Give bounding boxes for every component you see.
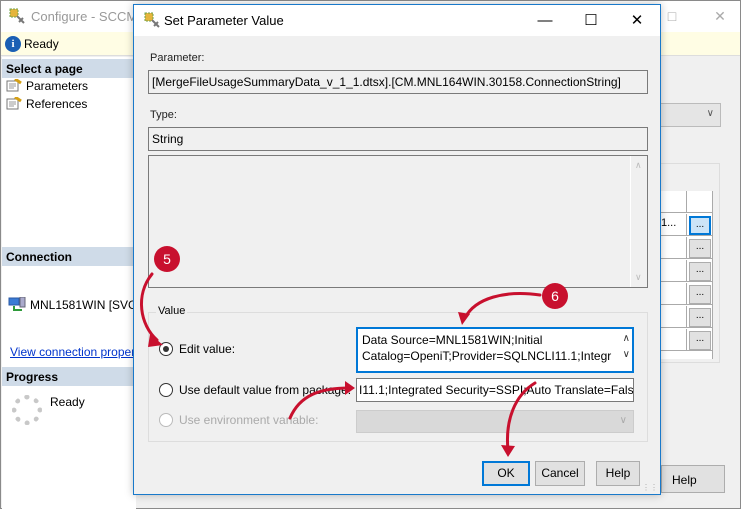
nav-item-label: Parameters	[26, 79, 89, 93]
ssis-app-icon	[9, 8, 25, 27]
scroll-down-icon[interactable]: ∨	[635, 272, 642, 283]
status-text: Ready	[24, 37, 59, 51]
ssis-app-icon	[144, 12, 160, 31]
close-button[interactable]: ✕	[614, 5, 660, 36]
page-settings-icon	[6, 95, 22, 110]
nav-item-references[interactable]: References	[6, 95, 88, 114]
bg-maximize-button[interactable]: □	[657, 5, 687, 27]
ellipsis-button[interactable]: ...	[689, 239, 711, 258]
edit-value-scrollbar[interactable]: ∧ ∨	[623, 331, 630, 363]
bg-window-title: Configure - SCCMte	[31, 9, 149, 24]
connection-header: Connection	[2, 247, 136, 266]
table-row[interactable]: 1......	[661, 214, 713, 236]
maximize-button[interactable]: ☐	[568, 5, 614, 36]
edit-value-textarea[interactable]: Data Source=MNL1581WIN;Initial Catalog=O…	[356, 327, 634, 373]
edit-value-radio[interactable]	[159, 342, 173, 356]
progress-spinner-icon	[12, 395, 42, 425]
ok-button[interactable]: OK	[482, 461, 530, 486]
env-variable-dropdown: ∨	[356, 410, 634, 433]
info-icon: i	[5, 36, 21, 52]
description-scrollbar[interactable]: ∧ ∨	[630, 156, 647, 287]
table-row[interactable]: ...	[661, 306, 713, 328]
page-settings-icon	[6, 77, 22, 92]
right-panel: ∨ 1...... ... ... ... ... ... Help	[661, 57, 741, 509]
scroll-down-icon[interactable]: ∨	[623, 347, 630, 363]
set-parameter-value-dialog: Set Parameter Value — ☐ ✕ Parameter: [Me…	[133, 4, 661, 495]
use-default-option[interactable]: Use default value from package:	[159, 383, 351, 397]
table-row[interactable]: ...	[661, 283, 713, 305]
ellipsis-button[interactable]: ...	[689, 262, 711, 281]
parameters-grid: 1...... ... ... ... ... ...	[661, 191, 713, 359]
grid-cell: 1...	[661, 214, 687, 236]
resize-grip-icon[interactable]: ⋮⋮	[642, 483, 658, 492]
chevron-down-icon: ∨	[619, 415, 627, 426]
view-connection-properties-link[interactable]: View connection proper	[10, 345, 135, 359]
select-page-header: Select a page	[2, 59, 136, 78]
edit-value-line: Data Source=MNL1581WIN;Initial	[362, 333, 543, 347]
minimize-button[interactable]: —	[522, 5, 568, 36]
help-button[interactable]: Help	[596, 461, 640, 486]
progress-status: Ready	[50, 395, 85, 409]
step-badge-6: 6	[542, 283, 568, 309]
server-icon	[8, 296, 26, 314]
ellipsis-button[interactable]: ...	[689, 308, 711, 327]
default-value-field[interactable]: I11.1;Integrated Security=SSPI;Auto Tran…	[356, 378, 634, 402]
parameter-label: Parameter:	[150, 52, 205, 64]
ellipsis-button[interactable]: ...	[689, 285, 711, 304]
parameter-field[interactable]: [MergeFileUsageSummaryData_v_1_1.dtsx].[…	[148, 70, 648, 94]
value-group-label: Value	[156, 305, 188, 317]
bg-dropdown[interactable]: ∨	[661, 103, 721, 127]
connection-server: MNL1581WIN [SVGV	[8, 296, 145, 314]
nav-item-parameters[interactable]: Parameters	[6, 77, 89, 96]
scroll-up-icon[interactable]: ∧	[635, 160, 642, 171]
dialog-titlebar: Set Parameter Value — ☐ ✕	[134, 5, 660, 36]
use-env-variable-radio	[159, 413, 173, 427]
scroll-up-icon[interactable]: ∧	[623, 331, 630, 347]
use-default-radio[interactable]	[159, 383, 173, 397]
edit-value-option[interactable]: Edit value:	[159, 342, 235, 356]
bg-help-button[interactable]: Help	[661, 465, 725, 493]
chevron-down-icon: ∨	[706, 108, 714, 119]
cancel-button[interactable]: Cancel	[535, 461, 585, 486]
type-label: Type:	[150, 109, 177, 121]
step-badge-5: 5	[154, 246, 180, 272]
nav-item-label: References	[26, 97, 88, 111]
edit-value-line: Catalog=OpeniT;Provider=SQLNCLI11.1;Inte…	[362, 349, 612, 363]
ellipsis-button[interactable]: ...	[689, 331, 711, 350]
table-row[interactable]: ...	[661, 329, 713, 351]
use-env-variable-option: Use environment variable:	[159, 413, 318, 427]
type-field[interactable]: String	[148, 127, 648, 151]
dialog-title: Set Parameter Value	[164, 13, 284, 28]
table-row[interactable]: ...	[661, 260, 713, 282]
progress-header: Progress	[2, 367, 136, 386]
bg-close-button[interactable]: ✕	[705, 5, 735, 27]
left-panel: Select a page Parameters References Conn…	[2, 57, 145, 509]
ellipsis-button[interactable]: ...	[689, 216, 711, 235]
table-row[interactable]: ...	[661, 237, 713, 259]
grid-header-row	[661, 191, 713, 213]
description-field[interactable]: ∧ ∨	[148, 155, 648, 288]
